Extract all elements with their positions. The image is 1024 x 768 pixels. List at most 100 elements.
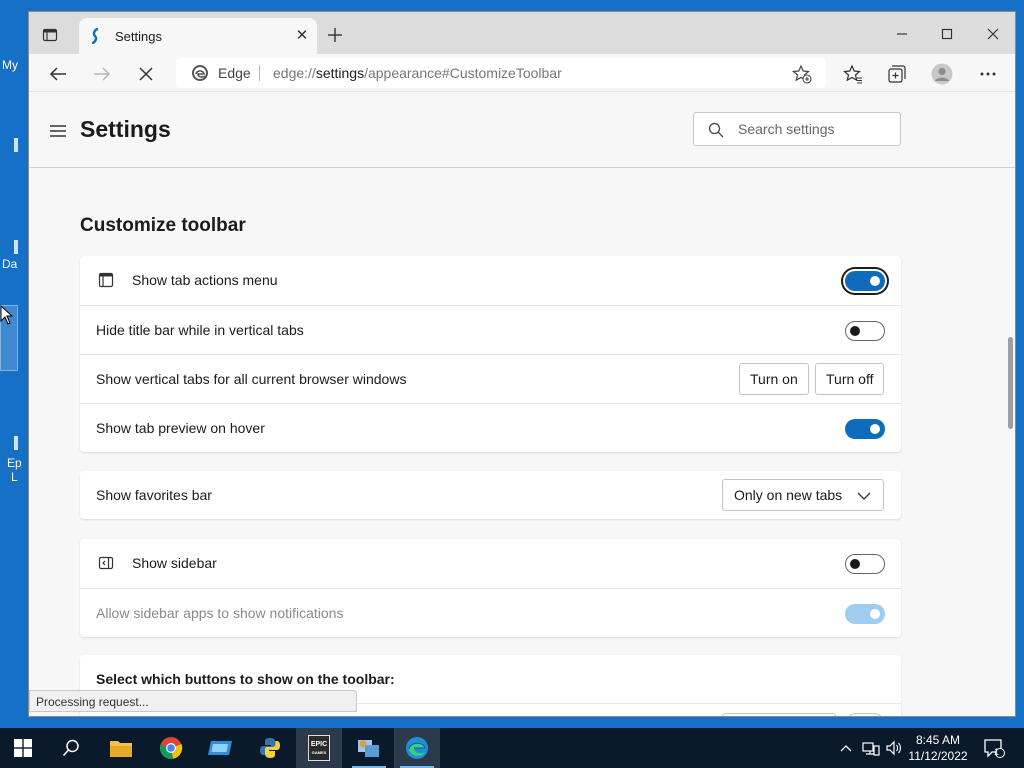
epic-games-icon: EPIC GAMES <box>308 735 330 761</box>
more-menu-button[interactable] <box>975 61 1001 87</box>
search-input[interactable] <box>738 113 894 145</box>
address-separator <box>259 65 260 81</box>
tab-actions-menu-icon <box>98 272 114 288</box>
hamburger-menu-icon[interactable] <box>49 124 67 138</box>
navigation-bar: Edge edge://settings/appearance#Customiz… <box>29 54 1015 92</box>
avatar-icon <box>931 63 953 85</box>
sidebar-settings-card: Show sidebar Allow sidebar apps to show … <box>80 539 901 637</box>
favorites-bar-dropdown[interactable]: Only on new tabs <box>722 479 884 511</box>
dropdown-value: Only on new tabs <box>734 487 843 503</box>
settings-favicon-icon <box>91 28 99 44</box>
site-identity-label[interactable]: Edge <box>218 65 251 81</box>
python-icon <box>260 738 280 758</box>
setting-label: Show tab actions menu <box>132 272 278 288</box>
tab-settings[interactable]: Settings ✕ <box>79 18 317 54</box>
maximize-icon <box>941 28 953 40</box>
tabs-settings-card: Show tab actions menu Hide title bar whi… <box>80 256 901 452</box>
partial-toggle[interactable] <box>846 713 884 716</box>
sidebar-icon <box>98 556 114 570</box>
tab-preview-toggle[interactable] <box>845 419 885 439</box>
close-icon <box>987 28 999 40</box>
favorites-bar-card: Show favorites bar Only on new tabs <box>80 471 901 519</box>
notification-count-badge: 1 <box>994 747 1000 757</box>
action-center-button[interactable]: 1 <box>980 728 1008 768</box>
desktop-icon-label[interactable]: My <box>2 58 18 72</box>
tray-overflow-button[interactable] <box>836 728 856 768</box>
turn-off-button[interactable]: Turn off <box>815 363 885 395</box>
setting-label: Show favorites bar <box>96 487 212 503</box>
desktop-icon-label[interactable]: L <box>11 470 18 484</box>
chrome-icon <box>159 737 183 759</box>
setting-row-tab-actions-menu: Show tab actions menu <box>80 256 901 305</box>
search-icon <box>62 739 79 757</box>
taskbar-app-network[interactable] <box>346 728 392 768</box>
clock-date: 11/12/2022 <box>908 749 968 763</box>
search-settings-box[interactable] <box>693 112 901 146</box>
arrow-right-icon <box>94 67 111 81</box>
tab-actions-button[interactable] <box>41 26 59 44</box>
taskbar-file-explorer[interactable] <box>98 728 144 768</box>
setting-row-favorites-bar: Show favorites bar Only on new tabs <box>80 471 901 519</box>
scrollbar-thumb[interactable] <box>1008 337 1013 429</box>
taskbar-clock[interactable]: 8:45 AM 11/12/2022 <box>903 732 973 764</box>
status-bar: Processing request... <box>29 690 357 712</box>
ellipsis-icon <box>980 72 996 76</box>
turn-on-button[interactable]: Turn on <box>739 363 809 395</box>
back-button[interactable] <box>45 61 71 87</box>
taskbar-app-blue[interactable] <box>197 728 243 768</box>
setting-label: Hide title bar while in vertical tabs <box>96 322 304 338</box>
start-button[interactable] <box>0 728 46 768</box>
taskbar-chrome[interactable] <box>148 728 194 768</box>
maximize-button[interactable] <box>924 22 970 46</box>
url-text[interactable]: edge://settings/appearance#CustomizeTool… <box>273 65 562 81</box>
setting-label: Show tab preview on hover <box>96 420 265 436</box>
setting-label: Allow sidebar apps to show notifications <box>96 605 344 621</box>
edge-logo-icon <box>192 65 208 81</box>
partial-control[interactable] <box>722 713 836 716</box>
tray-network[interactable] <box>860 728 882 768</box>
taskbar-edge[interactable] <box>394 728 440 768</box>
stop-icon <box>139 67 153 81</box>
tab-actions-icon <box>42 28 58 42</box>
taskbar-epic-games[interactable]: EPIC GAMES <box>296 728 342 768</box>
address-bar[interactable]: Edge edge://settings/appearance#Customiz… <box>176 58 826 88</box>
forward-button[interactable] <box>89 61 115 87</box>
page-scrollbar[interactable] <box>1003 169 1015 716</box>
hide-title-bar-toggle[interactable] <box>845 321 885 341</box>
stop-loading-button[interactable] <box>133 61 159 87</box>
taskbar-search-button[interactable] <box>48 728 94 768</box>
show-sidebar-toggle[interactable] <box>845 554 885 574</box>
page-title: Settings <box>80 116 171 142</box>
close-window-button[interactable] <box>970 22 1015 46</box>
minimize-icon <box>897 33 907 35</box>
chevron-down-icon <box>857 492 871 500</box>
setting-row-show-sidebar: Show sidebar <box>80 539 901 588</box>
network-app-icon <box>358 740 379 757</box>
new-tab-button[interactable] <box>326 26 344 44</box>
taskbar-python[interactable] <box>247 728 293 768</box>
desktop-icon-label[interactable]: Ep <box>7 456 22 470</box>
windows-logo-icon <box>14 739 32 757</box>
clock-time: 8:45 AM <box>915 733 961 747</box>
mouse-cursor-icon <box>0 305 14 325</box>
section-title: Customize toolbar <box>80 215 246 236</box>
tab-strip: Settings ✕ <box>29 12 1015 54</box>
profile-button[interactable] <box>929 61 955 87</box>
add-favorite-icon[interactable] <box>792 64 812 84</box>
tab-actions-menu-toggle[interactable] <box>845 271 885 291</box>
favorites-button[interactable] <box>840 61 866 87</box>
desktop-icon-label[interactable]: Da <box>2 257 17 271</box>
speaker-icon <box>886 740 901 756</box>
tray-volume[interactable] <box>884 728 904 768</box>
settings-header: Settings <box>29 93 1015 168</box>
minimize-button[interactable] <box>879 22 925 46</box>
browser-window: Settings ✕ Edge edge://settings/appearan… <box>28 11 1016 717</box>
setting-row-tab-preview: Show tab preview on hover <box>80 403 901 452</box>
desktop-icon-fragment <box>14 240 18 254</box>
tab-title: Settings <box>115 29 162 44</box>
collections-button[interactable] <box>884 61 910 87</box>
edge-icon <box>406 737 428 759</box>
chevron-up-icon <box>840 745 852 752</box>
tab-close-icon[interactable]: ✕ <box>293 27 311 45</box>
setting-row-vertical-tabs: Show vertical tabs for all current brows… <box>80 354 901 403</box>
